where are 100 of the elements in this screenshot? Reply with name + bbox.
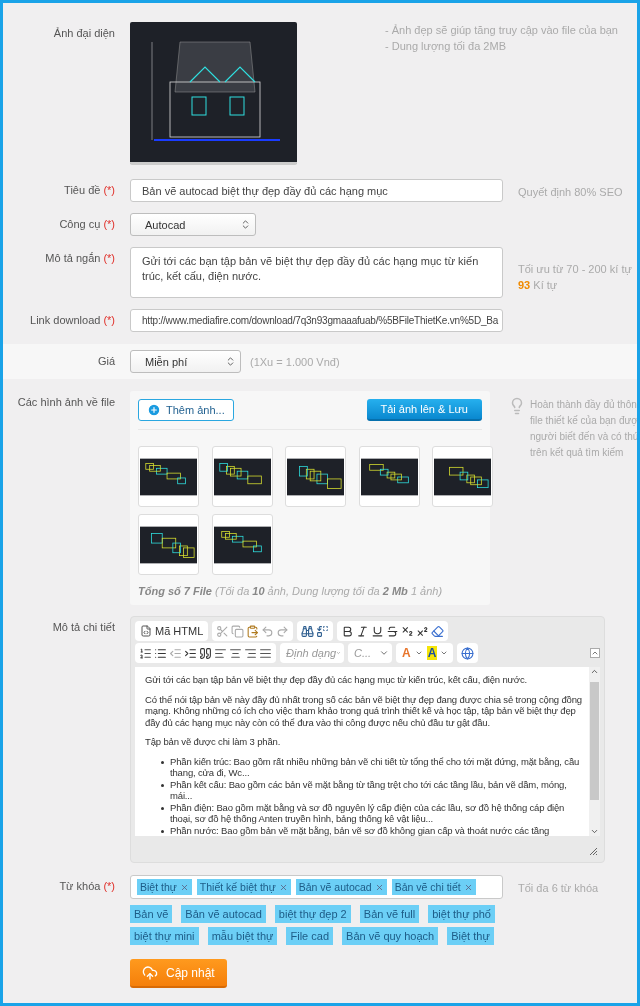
resize-grip-icon[interactable] bbox=[589, 847, 598, 856]
suggested-keyword[interactable]: biệt thự đẹp 2 bbox=[274, 905, 351, 923]
count-unit: Kí tự bbox=[533, 279, 558, 291]
field-label: Giá bbox=[97, 355, 115, 367]
cad-drawing-thumbnail bbox=[287, 457, 344, 496]
file-summary: Tổng số 7 File (Tối đa 10 ảnh, Dung lượng tối đa 2 Mb 1 ảnh) bbox=[138, 585, 444, 597]
price-note: (1Xu = 1.000 Vnđ) bbox=[250, 355, 340, 368]
suggested-keyword[interactable]: biệt thự phố bbox=[428, 905, 495, 923]
suggested-keyword[interactable]: Bản vẽ autocad bbox=[181, 905, 266, 923]
hint-text: - Ảnh đẹp sẽ giúp tăng truy cập vào file của bạn bbox=[385, 23, 618, 38]
find-icon[interactable] bbox=[301, 624, 315, 638]
image-thumbnail[interactable] bbox=[211, 446, 273, 507]
superscript-icon[interactable] bbox=[416, 624, 430, 638]
bold-icon[interactable] bbox=[341, 624, 355, 638]
remove-icon[interactable] bbox=[374, 882, 384, 892]
required-mark: (*) bbox=[103, 252, 115, 264]
required-mark: (*) bbox=[103, 218, 115, 230]
cad-drawing-thumbnail bbox=[360, 457, 418, 496]
required-mark: (*) bbox=[103, 184, 115, 196]
field-label: Ảnh đại diện bbox=[53, 27, 115, 39]
scrollbar[interactable] bbox=[589, 667, 600, 836]
keyword-tag: Bản vẽ chi tiết bbox=[391, 879, 476, 895]
cad-drawing-thumbnail bbox=[213, 525, 271, 564]
hint-text: trên kết quả tìm kiếm bbox=[530, 446, 625, 460]
remove-icon[interactable] bbox=[278, 882, 288, 892]
field-label: Tiêu đề bbox=[64, 184, 101, 196]
align-right-icon[interactable] bbox=[244, 646, 257, 660]
tool-select[interactable]: Autocad bbox=[130, 213, 256, 236]
image-thumbnail[interactable] bbox=[138, 446, 199, 507]
price-select[interactable]: Miễn phí bbox=[130, 350, 241, 373]
image-thumbnail[interactable] bbox=[285, 446, 346, 507]
hint-text: file thiết kế của bạn đượ bbox=[530, 414, 637, 428]
hint-text: người biết đến và có thú bbox=[530, 430, 637, 444]
subscript-icon[interactable] bbox=[401, 624, 415, 638]
image-thumbnail[interactable] bbox=[211, 514, 273, 575]
eraser-icon[interactable] bbox=[431, 624, 445, 638]
numbered-list-icon[interactable] bbox=[139, 646, 152, 660]
font-select[interactable]: C... bbox=[348, 643, 392, 663]
suggested-keyword[interactable]: biệt thự mini bbox=[130, 927, 199, 945]
collapse-toolbar-icon[interactable] bbox=[590, 648, 600, 658]
cad-drawing-thumbnail bbox=[140, 457, 197, 496]
caret-icon bbox=[414, 649, 423, 657]
suggested-keyword[interactable]: mẫu biệt thự bbox=[207, 927, 278, 945]
indent-icon[interactable] bbox=[184, 646, 197, 660]
align-left-icon[interactable] bbox=[214, 646, 227, 660]
align-center-icon[interactable] bbox=[229, 646, 242, 660]
image-thumbnail[interactable] bbox=[358, 446, 420, 507]
keyword-tag: Biệt thự bbox=[137, 879, 192, 895]
document-icon bbox=[140, 625, 152, 637]
cad-drawing-thumbnail bbox=[140, 525, 197, 564]
keywords-input[interactable]: Biệt thự Thiết kế biệt thự Bản vẽ autocad Bản vẽ chi tiết bbox=[130, 875, 503, 899]
field-label: Các hình ảnh về file bbox=[17, 396, 115, 408]
field-label: Link download bbox=[30, 314, 101, 326]
required-mark: (*) bbox=[103, 314, 115, 326]
globe-icon[interactable] bbox=[461, 646, 475, 660]
hint-text: - Dung lượng tối đa 2MB bbox=[385, 39, 507, 54]
title-input[interactable]: Bản vẽ autocad biệt thự đẹp đầy đủ các hạng mục bbox=[130, 179, 503, 202]
field-label: Mô tả chi tiết bbox=[52, 621, 115, 633]
background-color-button[interactable]: A bbox=[425, 644, 450, 662]
italic-icon[interactable] bbox=[356, 624, 370, 638]
remove-icon[interactable] bbox=[463, 882, 473, 892]
cloud-upload-icon bbox=[142, 964, 158, 981]
text-color-button[interactable]: A bbox=[400, 644, 424, 662]
hint-text: Tối ưu từ 70 - 200 kí tự bbox=[518, 262, 633, 277]
suggested-keyword[interactable]: Biệt thự bbox=[447, 927, 494, 945]
paste-icon[interactable] bbox=[246, 624, 260, 638]
field-label: Mô tả ngắn bbox=[45, 252, 101, 264]
keyword-tag: Thiết kế biệt thự bbox=[196, 879, 291, 895]
scroll-up-icon[interactable] bbox=[590, 667, 599, 676]
add-image-button[interactable]: Thêm ảnh... bbox=[138, 399, 234, 421]
strikethrough-icon[interactable] bbox=[386, 624, 400, 638]
up-down-chevron-icon bbox=[225, 356, 236, 367]
hint-text: Hoàn thành đầy đủ thôn bbox=[530, 398, 637, 412]
plus-icon bbox=[147, 403, 161, 417]
caret-icon bbox=[440, 649, 449, 657]
image-thumbnail[interactable] bbox=[432, 446, 493, 507]
bullet-list-icon[interactable] bbox=[154, 646, 167, 660]
up-down-chevron-icon bbox=[240, 219, 251, 230]
remove-icon[interactable] bbox=[179, 882, 189, 892]
field-label: Công cụ bbox=[59, 218, 101, 230]
hint-text: Tối đa 6 từ khóa bbox=[518, 881, 600, 896]
align-justify-icon[interactable] bbox=[259, 646, 272, 660]
suggested-keyword[interactable]: Bản vẽ full bbox=[359, 905, 420, 923]
suggested-keyword[interactable]: Bản vẽ bbox=[130, 905, 173, 923]
short-description-textarea[interactable]: Gửi tới các bạn tập bản vẽ biệt thự đẹp đầy đủ các hạng mục từ kiến trúc, kết cấu, điện nước. bbox=[130, 247, 503, 298]
download-link-input[interactable]: http://www.mediafire.com/download/7q3n93gmaaafuab/%5BFileThietKe.vn%5D_Ba bbox=[130, 309, 503, 332]
cad-drawing-thumbnail bbox=[434, 457, 491, 496]
character-count: 93 bbox=[518, 279, 531, 291]
format-select[interactable]: Định dạng bbox=[280, 643, 344, 663]
required-mark: (*) bbox=[103, 880, 115, 892]
hint-text: Quyết định 80% SEO bbox=[518, 185, 624, 200]
replace-icon[interactable] bbox=[316, 624, 330, 638]
scroll-down-icon[interactable] bbox=[590, 827, 599, 836]
quote-icon[interactable] bbox=[199, 646, 212, 660]
update-button[interactable]: Cập nhật bbox=[130, 959, 227, 988]
image-thumbnail[interactable] bbox=[138, 514, 199, 575]
suggested-keyword[interactable]: Bản vẽ quy hoạch bbox=[342, 927, 439, 945]
underline-icon[interactable] bbox=[371, 624, 385, 638]
upload-save-button[interactable]: Tải ảnh lên & Lưu bbox=[366, 399, 482, 421]
suggested-keyword[interactable]: File cad bbox=[286, 927, 333, 945]
